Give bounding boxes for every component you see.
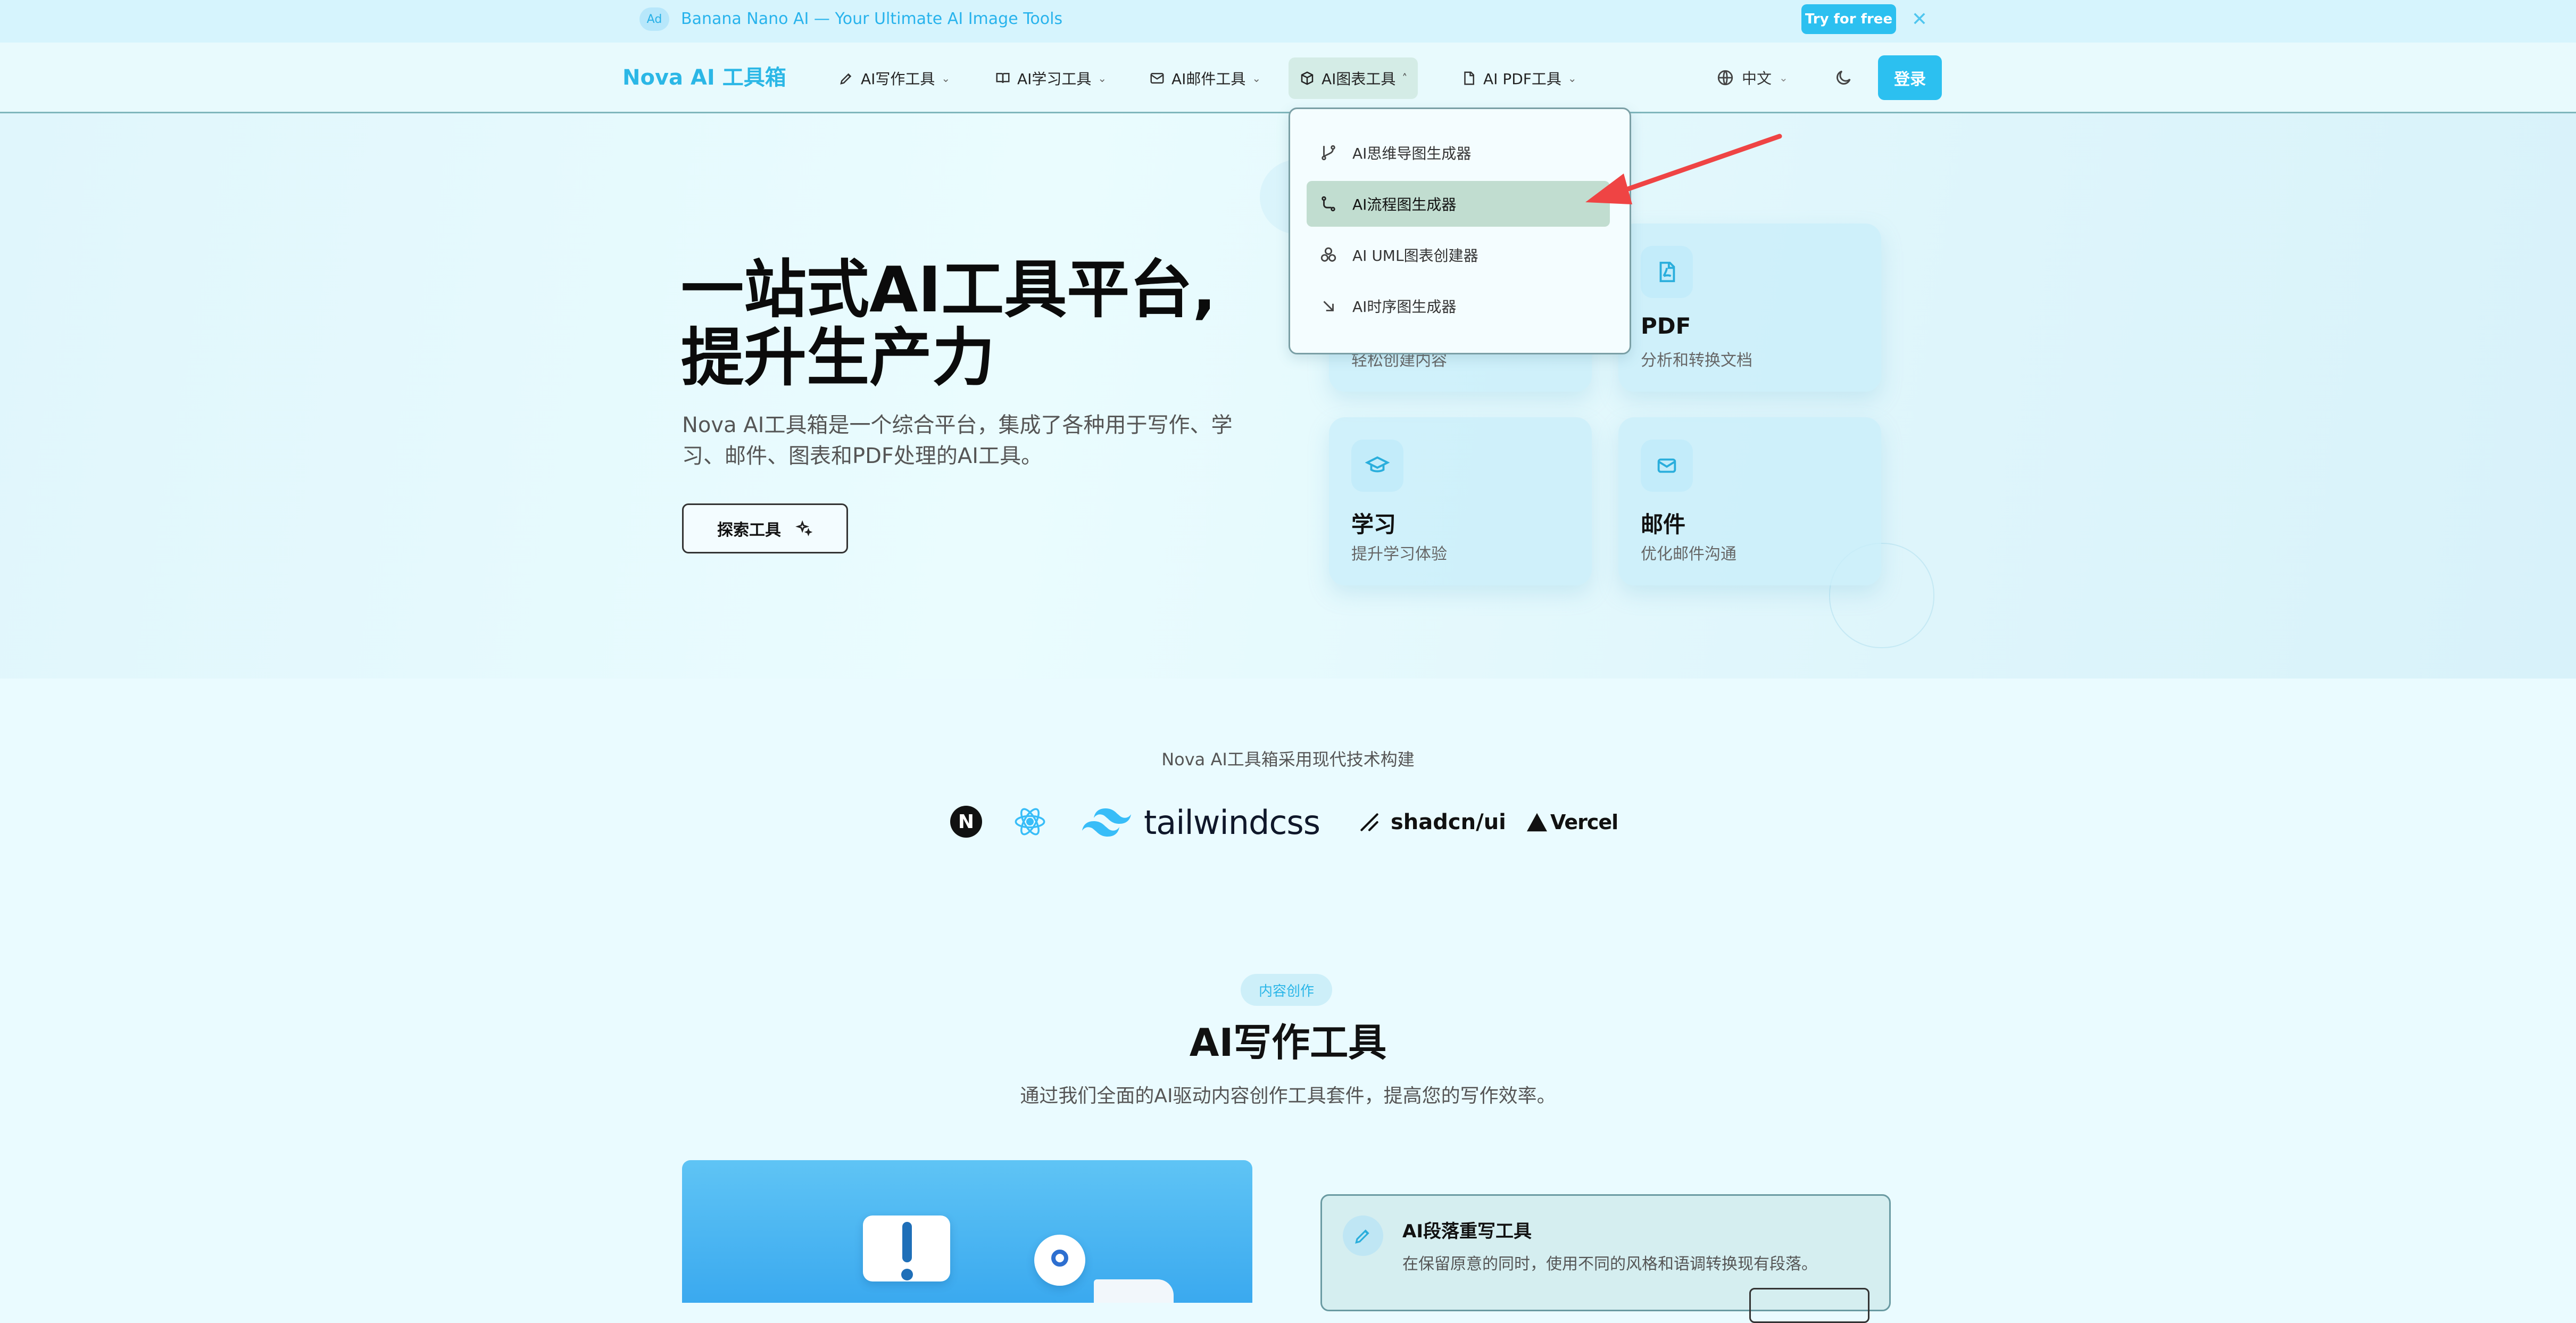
chevron-down-icon: ⌄ xyxy=(1098,72,1107,85)
vercel-wordmark: Vercel xyxy=(1550,811,1618,834)
hero-title-line2: 提升生产力 xyxy=(681,321,995,394)
nav-email-tools[interactable]: AI邮件工具 ⌄ xyxy=(1139,57,1272,99)
tool-icon-wrap xyxy=(1343,1215,1383,1256)
pin-ring xyxy=(1051,1250,1068,1267)
nav-label: AI图表工具 xyxy=(1322,70,1396,88)
annotation-arrow-icon xyxy=(1585,134,1782,204)
language-selector[interactable]: 中文 ⌄ xyxy=(1716,63,1788,93)
feature-card-email[interactable]: 邮件 优化邮件沟通 xyxy=(1618,417,1881,585)
tech-stack-label: Nova AI工具箱采用现代技术构建 xyxy=(1161,749,1415,770)
circles-icon xyxy=(1320,247,1336,262)
exclamation-icon xyxy=(902,1222,912,1262)
git-branch-icon xyxy=(1322,145,1335,161)
card-icon-wrap xyxy=(1641,440,1693,492)
chevron-down-icon: ⌄ xyxy=(1252,72,1261,85)
section-title: AI写作工具 xyxy=(1189,1020,1387,1065)
card-subtitle: 提升学习体验 xyxy=(1351,545,1447,564)
card-subtitle: 优化邮件沟通 xyxy=(1641,545,1736,564)
tool-description: 在保留原意的同时，使用不同的风格和语调转换现有段落。 xyxy=(1402,1255,1817,1274)
explore-label: 探索工具 xyxy=(717,521,781,540)
language-label: 中文 xyxy=(1742,70,1772,87)
nav-label: AI写作工具 xyxy=(861,70,935,88)
menu-item-label: AI UML图表创建器 xyxy=(1352,247,1478,264)
globe-icon xyxy=(1717,70,1733,86)
vercel-logo: Vercel xyxy=(1526,806,1618,839)
hero-description: Nova AI工具箱是一个综合平台，集成了各种用于写作、学习、邮件、图表和PDF… xyxy=(682,413,1233,468)
menu-item-mindmap[interactable]: AI思维导图生成器 xyxy=(1307,130,1610,176)
exclamation-dot xyxy=(901,1269,913,1280)
menu-item-flowchart[interactable]: AI流程图生成器 xyxy=(1307,181,1610,227)
hero-title-line1: 一站式AI工具平台, xyxy=(681,253,1217,326)
nextjs-logo-icon: N xyxy=(950,806,982,838)
moon-icon xyxy=(1837,70,1851,85)
card-icon-wrap xyxy=(1641,246,1693,298)
card-icon-wrap xyxy=(1351,440,1403,492)
nav-chart-tools[interactable]: AI图表工具 ˄ xyxy=(1289,57,1418,99)
card-title: PDF xyxy=(1641,313,1691,339)
ad-text[interactable]: Banana Nano AI — Your Ultimate AI Image … xyxy=(681,9,1062,30)
hero-title: 一站式AI工具平台, 提升生产力 xyxy=(681,255,1266,392)
tool-open-button[interactable] xyxy=(1749,1288,1869,1323)
nav-writing-tools[interactable]: AI写作工具 ⌄ xyxy=(828,57,961,99)
menu-item-uml[interactable]: AI UML图表创建器 xyxy=(1307,232,1610,278)
shadcn-wordmark: shadcn/ui xyxy=(1391,810,1506,834)
section-description: 通过我们全面的AI驱动内容创作工具套件，提高您的写作效率。 xyxy=(1020,1085,1556,1107)
tailwind-wordmark: tailwindcss xyxy=(1144,803,1320,842)
tailwind-logo: tailwindcss xyxy=(1079,798,1320,846)
ad-badge: Ad xyxy=(639,7,669,31)
card-subtitle: 分析和转换文档 xyxy=(1641,351,1752,370)
book-icon xyxy=(996,73,1010,83)
chevron-down-icon: ⌄ xyxy=(1779,71,1788,84)
shadcn-slash-icon xyxy=(1360,813,1378,831)
nav-learning-tools[interactable]: AI学习工具 ⌄ xyxy=(984,57,1117,99)
mail-icon xyxy=(1150,73,1164,84)
feature-card-pdf[interactable]: PDF 分析和转换文档 xyxy=(1618,224,1881,392)
site-logo[interactable]: Nova AI 工具箱 xyxy=(622,63,786,93)
tool-title: AI段落重写工具 xyxy=(1402,1221,1532,1242)
pen-icon xyxy=(840,73,852,85)
explore-tools-button[interactable]: 探索工具 xyxy=(682,503,848,553)
sparkles-icon xyxy=(795,520,813,536)
vercel-triangle-icon xyxy=(1527,813,1547,832)
pdf-icon xyxy=(1659,261,1675,283)
section-pill: 内容创作 xyxy=(1241,974,1332,1006)
document-shape xyxy=(1094,1279,1174,1303)
tailwind-wave-icon xyxy=(1082,808,1131,837)
ad-bar xyxy=(0,0,2576,43)
chevron-down-icon: ⌄ xyxy=(1567,72,1577,85)
navbar xyxy=(0,43,2576,113)
menu-item-label: AI思维导图生成器 xyxy=(1352,145,1472,162)
nav-label: AI PDF工具 xyxy=(1483,70,1561,88)
card-title: 邮件 xyxy=(1641,511,1686,538)
nav-label: AI学习工具 xyxy=(1017,70,1092,88)
feature-card-learning[interactable]: 学习 提升学习体验 xyxy=(1329,417,1592,585)
try-for-free-button[interactable]: Try for free xyxy=(1801,4,1896,34)
nav-label: AI邮件工具 xyxy=(1171,70,1246,88)
nav-pdf-tools[interactable]: AI PDF工具 ⌄ xyxy=(1450,57,1588,99)
writing-illustration xyxy=(682,1160,1252,1303)
chevron-down-icon: ⌄ xyxy=(941,72,951,85)
close-icon[interactable]: ✕ xyxy=(1909,7,1930,31)
react-logo-icon xyxy=(1015,808,1045,836)
workflow-icon xyxy=(1322,196,1335,212)
pencil-icon xyxy=(1355,1229,1369,1244)
file-icon xyxy=(1464,71,1474,85)
theme-toggle[interactable] xyxy=(1829,63,1858,93)
menu-item-label: AI流程图生成器 xyxy=(1352,196,1457,213)
shadcn-logo: shadcn/ui xyxy=(1358,806,1506,839)
cube-icon xyxy=(1301,71,1314,85)
menu-item-sequence[interactable]: AI时序图生成器 xyxy=(1307,283,1610,329)
login-button[interactable]: 登录 xyxy=(1878,55,1942,100)
menu-item-label: AI时序图生成器 xyxy=(1352,298,1457,316)
card-title: 学习 xyxy=(1351,511,1397,538)
graduation-cap-icon xyxy=(1365,456,1390,473)
arrow-down-right-icon xyxy=(1323,301,1334,311)
chevron-up-icon: ˄ xyxy=(1402,72,1408,85)
mail-open-icon xyxy=(1657,458,1676,473)
